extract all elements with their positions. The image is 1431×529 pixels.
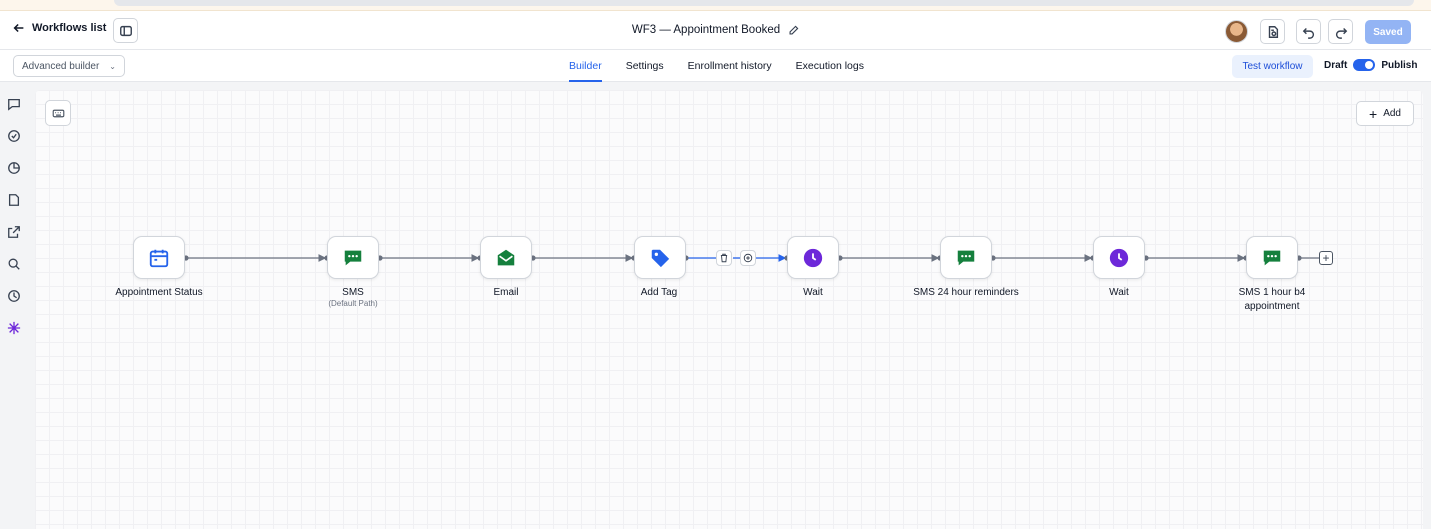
node-label: Email — [493, 287, 519, 298]
node-label: Add Tag — [640, 287, 678, 298]
node-wait[interactable] — [787, 236, 839, 279]
add-label: Add — [1383, 108, 1401, 119]
tab-builder[interactable]: Builder — [569, 50, 602, 82]
workflow-title: WF3 — Appointment Booked — [0, 24, 1431, 36]
clock-icon — [803, 248, 823, 267]
redo-icon — [1335, 27, 1347, 39]
publish-toggle[interactable] — [1353, 59, 1376, 71]
node-label: SMS 24 hour reminders — [913, 287, 1019, 298]
node-sms[interactable] — [327, 236, 379, 279]
node-appointment-status[interactable] — [133, 236, 185, 279]
chat-icon[interactable] — [7, 97, 21, 111]
delete-edge-button[interactable] — [716, 250, 732, 266]
keyboard-icon — [52, 109, 64, 117]
sms-icon — [344, 250, 362, 265]
email-icon — [497, 249, 515, 265]
node-add-tag[interactable] — [634, 236, 686, 279]
header-bar: Workflows list WF3 — Appointment Booked … — [0, 11, 1431, 50]
publish-toggle-group: Draft Publish — [1324, 59, 1417, 71]
tab-settings[interactable]: Settings — [626, 50, 664, 82]
node-wait-2[interactable] — [1093, 236, 1145, 279]
tab-execution-logs[interactable]: Execution logs — [796, 50, 864, 82]
external-link-icon[interactable] — [7, 225, 21, 239]
publish-label: Publish — [1381, 59, 1418, 71]
node-email[interactable] — [480, 236, 532, 279]
draft-label: Draft — [1324, 59, 1348, 71]
clock-icon — [1109, 248, 1129, 267]
chevron-down-icon: ⌄ — [109, 61, 116, 71]
builder-mode-select[interactable]: Advanced builder ⌄ — [13, 55, 125, 77]
calendar-icon — [149, 249, 169, 267]
node-sublabel: (Default Path) — [328, 299, 378, 308]
sms-icon — [957, 250, 975, 265]
builder-mode-value: Advanced builder — [22, 60, 100, 72]
add-step-end-button[interactable]: + — [1319, 251, 1333, 265]
node-sms-1h[interactable] — [1246, 236, 1298, 279]
plus-circle-icon — [743, 253, 753, 263]
search-icon[interactable] — [7, 257, 21, 271]
keyboard-shortcuts-button[interactable] — [45, 100, 71, 126]
node-label: SMS 1 hour b4 appointment — [1238, 287, 1306, 312]
document-search-icon — [1268, 25, 1278, 38]
add-button[interactable]: + Add — [1356, 101, 1414, 126]
top-strip — [0, 0, 1431, 11]
check-circle-icon[interactable] — [7, 129, 21, 143]
sub-toolbar: Advanced builder ⌄ Builder Settings Enro… — [0, 50, 1431, 82]
node-label: SMS — [342, 287, 364, 298]
undo-icon — [1302, 27, 1314, 39]
workflow-title-text: WF3 — Appointment Booked — [631, 24, 781, 36]
tag-icon — [651, 249, 670, 267]
pencil-icon[interactable] — [788, 25, 799, 36]
test-workflow-button[interactable]: Test workflow — [1232, 55, 1313, 78]
node-sms-24h[interactable] — [940, 236, 992, 279]
sms-icon — [1263, 250, 1281, 265]
tab-enrollment-history[interactable]: Enrollment history — [688, 50, 772, 82]
tab-bar: Builder Settings Enrollment history Exec… — [569, 50, 864, 82]
left-rail — [0, 82, 28, 529]
workflow-canvas[interactable] — [35, 90, 1423, 529]
document-icon[interactable] — [7, 193, 21, 207]
node-label: Wait — [803, 287, 823, 298]
undo-button[interactable] — [1296, 19, 1321, 44]
history-icon[interactable] — [7, 289, 21, 303]
node-label: Appointment Status — [115, 287, 203, 298]
redo-button[interactable] — [1328, 19, 1353, 44]
avatar[interactable] — [1225, 20, 1248, 43]
sparkle-icon[interactable] — [7, 321, 21, 335]
top-pill — [114, 0, 1414, 6]
node-label: Wait — [1109, 287, 1129, 298]
trash-icon — [720, 253, 728, 263]
plus-icon: + — [1369, 105, 1378, 122]
pie-chart-icon[interactable] — [7, 161, 21, 175]
saved-button[interactable]: Saved — [1365, 20, 1411, 44]
insert-step-button[interactable] — [740, 250, 756, 266]
report-button[interactable] — [1260, 19, 1285, 44]
